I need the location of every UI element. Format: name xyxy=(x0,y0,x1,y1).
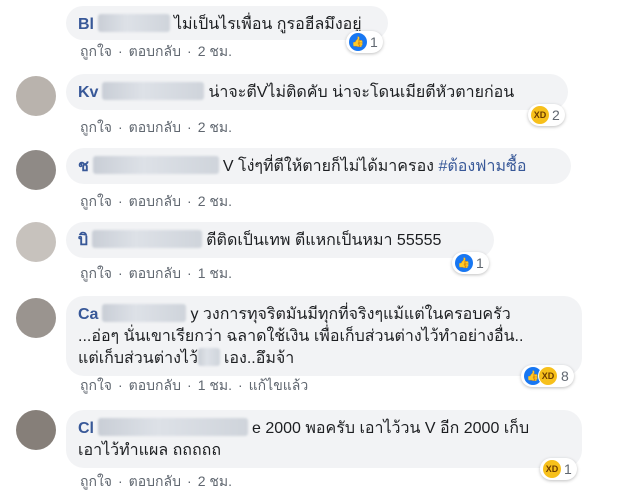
commenter-name[interactable]: ช xyxy=(78,158,89,175)
reaction-summary[interactable]: 👍 XD 8 xyxy=(521,365,574,387)
timestamp[interactable]: 2 ชม. xyxy=(198,473,232,489)
separator: · xyxy=(118,473,123,489)
timestamp[interactable]: 2 ชม. xyxy=(198,193,232,209)
comment-bubble: บิ ตีติดเป็นเทพ ตีแหกเป็นหมา 55555 xyxy=(66,222,494,258)
comment-actions: ถูกใจ · ตอบกลับ · 2 ชม. xyxy=(80,192,232,210)
separator: · xyxy=(237,377,243,393)
avatar[interactable] xyxy=(16,150,56,190)
reaction-count: 2 xyxy=(552,107,560,123)
timestamp[interactable]: 2 ชม. xyxy=(198,119,232,135)
commenter-name[interactable]: Cl xyxy=(78,420,94,437)
separator: · xyxy=(118,119,123,135)
hashtag-link[interactable]: #ต้องฟามซื้อ xyxy=(438,158,526,175)
reply-link[interactable]: ตอบกลับ xyxy=(129,193,181,209)
like-link[interactable]: ถูกใจ xyxy=(80,473,112,489)
separator: · xyxy=(187,265,192,281)
edited-label[interactable]: แก้ไขแล้ว xyxy=(249,377,309,393)
reaction-summary[interactable]: 👍 1 xyxy=(452,252,489,274)
separator: · xyxy=(187,473,192,489)
haha-icon: XD xyxy=(531,106,549,124)
redacted-name xyxy=(92,156,219,174)
avatar[interactable] xyxy=(16,298,56,338)
reaction-count: 1 xyxy=(476,255,484,271)
separator: · xyxy=(118,377,123,393)
comment-bubble: Kv น่าจะตีVไม่ติดคับ น่าจะโดนเมียตีหัวตาย… xyxy=(66,74,568,110)
redacted-name xyxy=(98,418,248,436)
timestamp[interactable]: 1 ชม. xyxy=(198,377,232,393)
avatar[interactable] xyxy=(16,410,56,450)
commenter-name[interactable]: Ca xyxy=(78,306,98,323)
avatar[interactable] xyxy=(16,76,56,116)
comment-actions: ถูกใจ · ตอบกลับ · 2 ชม. xyxy=(80,42,232,60)
reaction-summary[interactable]: XD 2 xyxy=(528,104,565,126)
separator: · xyxy=(118,193,123,209)
like-link[interactable]: ถูกใจ xyxy=(80,43,112,59)
reaction-count: 8 xyxy=(561,368,569,384)
like-link[interactable]: ถูกใจ xyxy=(80,193,112,209)
separator: · xyxy=(187,119,192,135)
reaction-count: 1 xyxy=(564,461,572,477)
comment-actions: ถูกใจ · ตอบกลับ · 1 ชม. xyxy=(80,264,232,282)
separator: · xyxy=(118,43,123,59)
reply-link[interactable]: ตอบกลับ xyxy=(129,265,181,281)
comment-text-line-3a: แต่เก็บส่วนต่างไว้ xyxy=(78,350,198,367)
redacted-name xyxy=(102,82,205,100)
separator: · xyxy=(187,193,192,209)
timestamp[interactable]: 2 ชม. xyxy=(198,43,232,59)
like-icon: 👍 xyxy=(349,33,367,51)
comment-actions: ถูกใจ · ตอบกลับ · 2 ชม. xyxy=(80,472,232,490)
like-link[interactable]: ถูกใจ xyxy=(80,265,112,281)
reply-link[interactable]: ตอบกลับ xyxy=(129,473,181,489)
separator: · xyxy=(118,265,123,281)
separator: · xyxy=(187,377,192,393)
avatar[interactable] xyxy=(16,222,56,262)
reaction-summary[interactable]: XD 1 xyxy=(540,458,577,480)
separator: · xyxy=(187,43,192,59)
comment-text: ตีติดเป็นเทพ ตีแหกเป็นหมา 55555 xyxy=(206,232,442,249)
redacted-name xyxy=(102,304,187,322)
comment-text: ไม่เป็นไรเพื่อน กูรอฮีลมึงอยู่ xyxy=(174,16,362,33)
comment-text-line-1: y วงการทุจริตมันมีทุกที่จริงๆแม้แต่ในครอ… xyxy=(190,306,511,323)
comment-text-line-3b: เอง..อึมจ้า xyxy=(223,350,295,367)
reply-link[interactable]: ตอบกลับ xyxy=(129,43,181,59)
reply-link[interactable]: ตอบกลับ xyxy=(129,377,181,393)
comment-text-line-1: e 2000 พอครับ เอาไว้วน V อีก 2000 เก็บ xyxy=(252,420,530,437)
redacted-word xyxy=(197,348,220,366)
comment-text-line-2: เอาไว้ทำแผล ถถถถถ xyxy=(78,442,221,459)
comment-text: น่าจะตีVไม่ติดคับ น่าจะโดนเมียตีหัวตายก่… xyxy=(208,84,515,101)
commenter-name[interactable]: บิ xyxy=(78,232,88,249)
commenter-name[interactable]: Bl xyxy=(78,16,94,33)
timestamp[interactable]: 1 ชม. xyxy=(198,265,232,281)
comment-text-line-2: ...อ่อๆ นั่นเขาเรียกว่า ฉลาดใช้เงิน เพื่… xyxy=(78,328,524,345)
commenter-name[interactable]: Kv xyxy=(78,84,98,101)
comment-bubble: Bl ไม่เป็นไรเพื่อน กูรอฮีลมึงอยู่ xyxy=(66,6,388,40)
comment-actions: ถูกใจ · ตอบกลับ · 2 ชม. xyxy=(80,118,232,136)
like-link[interactable]: ถูกใจ xyxy=(80,377,112,393)
reaction-summary[interactable]: 👍 1 xyxy=(346,31,383,53)
haha-icon: XD xyxy=(543,460,561,478)
comment-bubble: Cl e 2000 พอครับ เอาไว้วน V อีก 2000 เก็บ… xyxy=(66,410,582,468)
comment-bubble: ช V โง่ๆที่ตีให้ตายก็ไม่ได้มาครอง #ต้องฟา… xyxy=(66,148,571,184)
comment-bubble: Ca y วงการทุจริตมันมีทุกที่จริงๆแม้แต่ในค… xyxy=(66,296,582,376)
like-icon: 👍 xyxy=(455,254,473,272)
haha-icon: XD xyxy=(538,366,558,386)
comment-text: V โง่ๆที่ตีให้ตายก็ไม่ได้มาครอง xyxy=(222,158,434,175)
reply-link[interactable]: ตอบกลับ xyxy=(129,119,181,135)
comment-actions: ถูกใจ · ตอบกลับ · 1 ชม. · แก้ไขแล้ว xyxy=(80,376,308,394)
redacted-name xyxy=(92,230,203,248)
reaction-count: 1 xyxy=(370,34,378,50)
redacted-name xyxy=(98,14,170,32)
like-link[interactable]: ถูกใจ xyxy=(80,119,112,135)
